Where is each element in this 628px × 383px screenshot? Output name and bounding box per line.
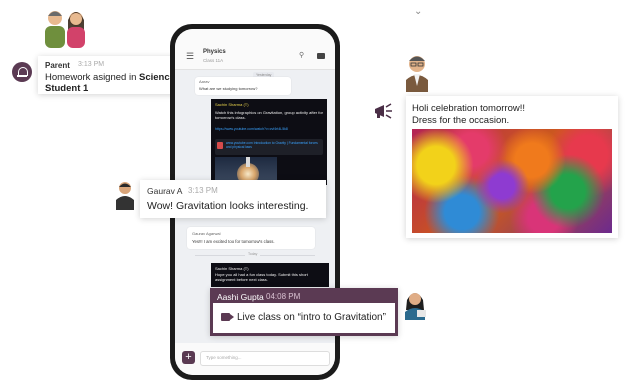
video-camera-icon <box>221 313 230 321</box>
bell-icon <box>12 62 32 82</box>
video-camera-icon[interactable] <box>317 53 325 59</box>
message-text: Live class on “intro to Gravitation” <box>237 312 386 323</box>
chat-message: Gaurav Agarwal Yes!!! I am excited too f… <box>187 227 315 249</box>
message-text: Watch this infographics on Gravitation, … <box>215 110 323 120</box>
message-text: Wow! Gravitation looks interesting. <box>147 200 309 212</box>
message-line-1: Homework asigned in Science to <box>45 72 187 83</box>
chevron-down-icon: ⌄ <box>414 6 423 17</box>
sender-name: Sachin Sharma (T) <box>215 102 249 107</box>
sender-name: Parent <box>45 61 70 70</box>
teacher-avatar-female <box>405 293 426 320</box>
link-preview-text: www.youtube.com Introduction to Gravity … <box>226 141 318 150</box>
timestamp: 3:13 PM <box>188 186 218 195</box>
date-separator-label: Today <box>245 252 261 256</box>
student-avatar <box>116 182 134 210</box>
teacher-avatar <box>406 56 428 92</box>
message-link[interactable]: https://www.youtube.com/watch?v=cvf4rt4L… <box>215 127 323 132</box>
message-line-2: Student 1 <box>45 83 89 94</box>
chat-title: Physics <box>203 49 226 55</box>
composer-bar: + Type something... <box>175 343 335 375</box>
input-placeholder: Type something... <box>206 355 242 360</box>
search-icon[interactable]: ⚲ <box>299 51 304 59</box>
announcement-card[interactable]: Holi celebration tomorrow!! Dress for th… <box>406 96 618 238</box>
add-attachment-button[interactable]: + <box>182 351 195 364</box>
chat-message: Aarav What are we studying tomorrow? <box>195 77 291 95</box>
megaphone-icon <box>375 103 392 119</box>
hamburger-icon[interactable]: ☰ <box>186 51 194 62</box>
teacher-message: Sachin Sharma (T) Watch this infographic… <box>211 99 327 185</box>
parents-avatar <box>45 11 85 48</box>
holi-colors-photo[interactable] <box>412 129 612 233</box>
link-preview[interactable]: www.youtube.com Introduction to Gravity … <box>215 139 323 155</box>
live-class-message[interactable]: Live class on “intro to Gravitation” <box>213 303 395 333</box>
announcement-line-2: Dress for the occasion. <box>412 115 510 126</box>
announcement-line-1: Holi celebration tomorrow!! <box>412 103 525 114</box>
sender-name: Aarav <box>199 79 210 84</box>
message-text: Yes!!! I am excited too for tomorrow's c… <box>192 239 275 244</box>
student-message-card[interactable]: Gaurav A 3:13 PM Wow! Gravitation looks … <box>140 180 326 218</box>
chat-subtitle: Class 11A <box>203 58 224 63</box>
sender-name: Gaurav A <box>147 186 183 196</box>
live-class-card[interactable]: Aashi Gupta 04:08 PM Live class on “intr… <box>210 288 398 336</box>
sender-name: Aashi Gupta <box>217 292 264 302</box>
chat-header: ☰ Physics Class 11A ⚲ <box>175 29 335 70</box>
message-input[interactable]: Type something... <box>200 351 330 366</box>
message-text: Hope you all had a fun class today. Subm… <box>215 272 308 282</box>
timestamp: 04:08 PM <box>266 292 301 301</box>
timestamp: 3:13 PM <box>78 61 105 68</box>
message-text: What are we studying tomorrow? <box>199 86 258 91</box>
youtube-icon <box>217 142 223 149</box>
sender-name: Gaurav Agarwal <box>192 231 221 236</box>
sender-name: Sachin Sharma (T) <box>215 266 249 271</box>
teacher-message: Sachin Sharma (T) Hope you all had a fun… <box>211 263 329 287</box>
